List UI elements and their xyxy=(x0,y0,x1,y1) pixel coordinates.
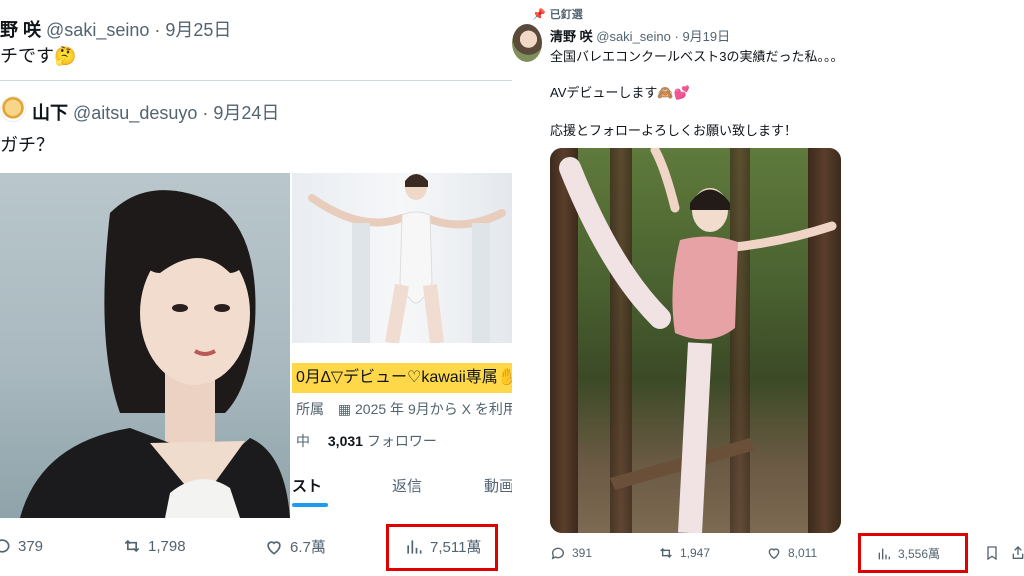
profile-tabs: スト 返信 動画 xyxy=(292,471,512,501)
reply-count: 379 xyxy=(18,537,44,555)
left-screenshot-panel: 野 咲 @saki_seino · 9月25日 チです🤔 山下 @aitsu_d… xyxy=(0,0,512,576)
author-handle[interactable]: @saki_seino xyxy=(596,29,671,44)
affiliation-label: 所属 xyxy=(296,401,324,417)
window-pillar xyxy=(472,223,490,343)
tweet-divider xyxy=(0,80,512,81)
portrait-illustration xyxy=(20,190,290,518)
pinned-tweet-header: 清野 咲 @saki_seino · 9月19日 xyxy=(550,26,730,45)
reply-count: 391 xyxy=(572,546,593,560)
like-icon xyxy=(768,548,780,560)
tweet1-date[interactable]: · 9月25日 xyxy=(154,20,231,40)
tweet-text-line3: 応援とフォローよろしくお願い致します！ xyxy=(550,123,798,138)
tweet2-photo-portrait[interactable] xyxy=(0,173,290,518)
ballerina-illustration xyxy=(559,148,837,533)
reply-button[interactable]: 391 xyxy=(550,545,592,561)
like-button[interactable]: 8,011 xyxy=(766,545,817,561)
following-label[interactable]: 中 xyxy=(296,433,310,449)
dancer-photo xyxy=(292,173,512,345)
reply-icon xyxy=(551,547,564,560)
tab-replies[interactable]: 返信 xyxy=(392,475,422,496)
bookmark-button[interactable] xyxy=(984,545,1000,561)
share-button[interactable] xyxy=(1010,545,1024,561)
repost-icon xyxy=(124,539,140,553)
tweet2-text: ガチ？ xyxy=(0,135,54,155)
tweet2-header: 山下 @aitsu_desuyo · 9月24日 xyxy=(32,99,279,125)
window-pillar xyxy=(352,223,370,343)
active-tab-indicator xyxy=(292,503,328,507)
profile-meta-line: 所属 ▦ 2025 年 9月から X を利用し xyxy=(296,399,512,419)
views-highlight-box xyxy=(858,533,968,573)
profile-follow-line: 中 3,031 フォロワー xyxy=(296,431,437,451)
profile-promo-banner: 0月∆▽デビュー♡kawaii専属✋ xyxy=(292,363,512,393)
tweet1-text: チです🤔 xyxy=(0,46,77,66)
tweet2-photo-profile-screenshot[interactable]: 0月∆▽デビュー♡kawaii専属✋ 所属 ▦ 2025 年 9月から X を利… xyxy=(292,173,512,518)
like-count: 8,011 xyxy=(788,546,818,560)
tweet2-avatar[interactable] xyxy=(0,96,26,122)
reply-icon xyxy=(0,539,10,553)
share-icon xyxy=(1012,546,1024,559)
reply-button[interactable]: 379 xyxy=(0,536,43,556)
like-count: 6.7萬 xyxy=(290,539,326,556)
tab-media[interactable]: 動画 xyxy=(484,475,512,496)
tweet2-display-name[interactable]: 山下 xyxy=(32,103,68,123)
repost-count: 1,947 xyxy=(680,546,711,560)
followers-count[interactable]: 3,031 xyxy=(328,433,363,449)
repost-count: 1,798 xyxy=(148,537,186,555)
tweet1-handle[interactable]: @saki_seino xyxy=(46,20,149,40)
tweet-text-line1: 全国バレエコンクールベスト3の実績だった私。。。 xyxy=(550,49,844,64)
views-highlight-box xyxy=(386,524,498,571)
tweet-photo-forest-ballet[interactable] xyxy=(550,148,841,533)
followers-label[interactable]: フォロワー xyxy=(367,433,437,449)
tweet-text-line2: AVデビューします🙈💕 xyxy=(550,85,690,100)
pin-icon: 📌 xyxy=(532,8,546,21)
author-avatar[interactable] xyxy=(512,24,542,62)
repost-button[interactable]: 1,947 xyxy=(658,545,710,561)
author-display-name[interactable]: 清野 咲 xyxy=(550,29,593,44)
pinned-indicator: 📌 已釘選 xyxy=(532,6,583,22)
like-button[interactable]: 6.7萬 xyxy=(264,536,326,557)
tweet1-display-name[interactable]: 野 咲 xyxy=(0,20,41,40)
tab-posts[interactable]: スト xyxy=(292,475,322,496)
tweet2-date[interactable]: · 9月24日 xyxy=(202,103,279,123)
repost-icon xyxy=(660,548,672,558)
joined-date-text: 2025 年 9月から X を利用し xyxy=(355,401,512,417)
pinned-label: 已釘選 xyxy=(549,9,583,21)
repost-button[interactable]: 1,798 xyxy=(122,536,186,556)
tweet-date[interactable]: · 9月19日 xyxy=(675,29,731,44)
calendar-icon: ▦ xyxy=(337,401,352,417)
tweet2-handle[interactable]: @aitsu_desuyo xyxy=(73,103,197,123)
right-screenshot-panel: 📌 已釘選 清野 咲 @saki_seino · 9月19日 全国バレエコンクー… xyxy=(512,0,1024,576)
tweet1-header: 野 咲 @saki_seino · 9月25日 xyxy=(0,16,231,42)
like-icon xyxy=(267,540,281,555)
bookmark-icon xyxy=(987,546,997,561)
